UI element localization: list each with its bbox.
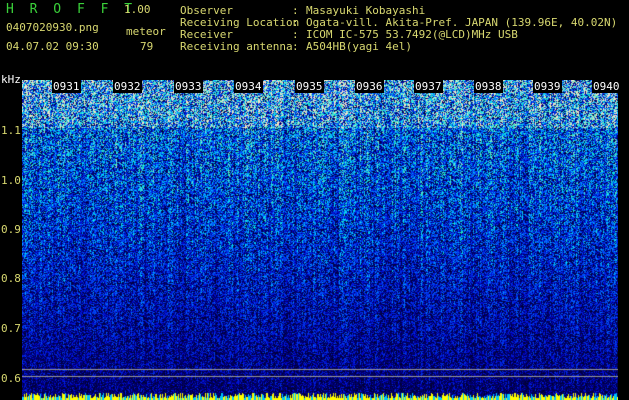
info-label-antenna: Receiving antenna — [180, 40, 293, 53]
info-value-antenna: A504HB(yagi 4el) — [306, 40, 412, 53]
meteor-count: 79 — [140, 40, 154, 53]
x-tick-label: 0934 — [234, 80, 263, 93]
y-tick-label: 0.8 — [1, 272, 21, 285]
x-tick-label: 0939 — [533, 80, 562, 93]
x-tick-label: 0933 — [174, 80, 203, 93]
y-tick-label: 0.9 — [1, 223, 21, 236]
y-tick-label: 0.7 — [1, 322, 21, 335]
y-axis-unit: kHz — [1, 73, 21, 86]
info-separator: : — [292, 40, 299, 53]
file-datetime: 04.07.02 09:30 — [6, 40, 99, 53]
y-tick-label: 0.6 — [1, 372, 21, 385]
meteor-label: meteor — [126, 25, 166, 38]
x-tick-label: 0935 — [295, 80, 324, 93]
x-tick-label: 0932 — [113, 80, 142, 93]
file-name: 0407020930.png — [6, 21, 99, 34]
app-version: 1.00 — [124, 3, 151, 16]
spectrogram-canvas — [22, 80, 618, 400]
x-tick-label: 0936 — [355, 80, 384, 93]
x-tick-label: 0938 — [474, 80, 503, 93]
y-tick-label: 1.1 — [1, 124, 21, 137]
x-tick-label: 0931 — [52, 80, 81, 93]
y-tick-label: 1.0 — [1, 174, 21, 187]
x-tick-label: 0940 — [592, 80, 621, 93]
app-title: H R O F F T — [6, 2, 137, 17]
x-tick-label: 0937 — [414, 80, 443, 93]
